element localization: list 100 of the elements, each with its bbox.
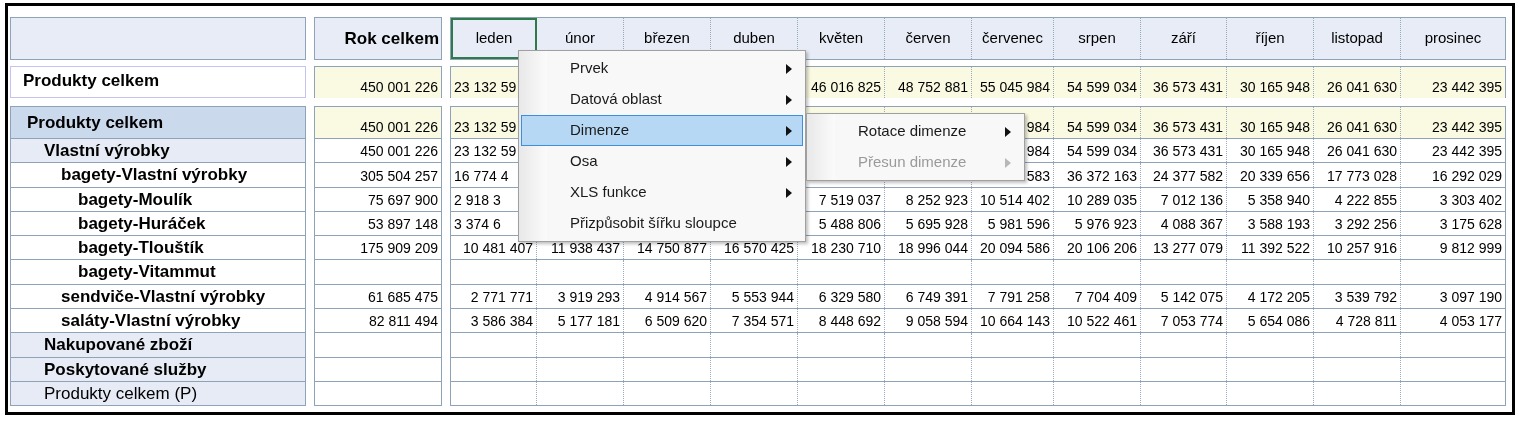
caret-icon xyxy=(1005,126,1011,137)
table-cell: 48 752 881 xyxy=(897,78,968,96)
row-label: Poskytované služby xyxy=(44,358,207,381)
row-label: Produkty celkem (P) xyxy=(44,382,198,405)
row-label: bagety-Vitammut xyxy=(78,261,216,284)
row-label: bagety-Huráček xyxy=(78,212,206,235)
table-cell: 450 001 226 xyxy=(360,118,438,136)
table-cell: 3 303 402 xyxy=(1439,190,1502,209)
table-cell: 583 xyxy=(1026,166,1050,185)
table-cell: 7 704 409 xyxy=(1074,288,1137,307)
table-cell: 23 442 395 xyxy=(1431,78,1502,96)
table-cell: 75 697 900 xyxy=(367,190,438,209)
table-cell: 3 586 384 xyxy=(470,312,533,331)
table-cell: 7 519 037 xyxy=(818,190,881,209)
table-cell: 7 354 571 xyxy=(731,312,794,331)
table-cell: 3 097 190 xyxy=(1439,288,1502,307)
row-label: bagety-Vlastní výrobky xyxy=(61,164,248,187)
table-cell: 4 053 177 xyxy=(1439,312,1502,331)
table-cell: 23 132 59 xyxy=(454,78,517,96)
table-cell: 11 392 522 xyxy=(1240,239,1310,258)
column-header[interactable]: Rok celkem xyxy=(314,17,442,60)
table-cell: 18 230 710 xyxy=(810,239,881,258)
menu-item[interactable]: Osa xyxy=(521,146,803,177)
column-header[interactable]: říjen xyxy=(1227,18,1314,59)
table-cell: 10 664 143 xyxy=(979,312,1050,331)
menu-item[interactable]: Datová oblast xyxy=(521,84,803,115)
table-cell: 4 728 811 xyxy=(1335,312,1397,331)
table-cell: 20 106 206 xyxy=(1066,239,1137,258)
table-cell: 10 522 461 xyxy=(1066,312,1137,331)
table-cell: 3 175 628 xyxy=(1439,215,1502,234)
table-cell: 53 897 148 xyxy=(367,215,438,234)
caret-icon xyxy=(786,156,792,167)
column-header[interactable]: srpen xyxy=(1054,18,1141,59)
table-cell: 175 909 209 xyxy=(360,239,438,258)
table-cell: 5 177 181 xyxy=(557,312,620,331)
table-cell: 17 773 028 xyxy=(1326,166,1397,185)
table-cell: 450 001 226 xyxy=(360,78,438,96)
caret-icon xyxy=(786,63,792,74)
table-cell: 24 377 582 xyxy=(1152,166,1223,185)
row-label: sendviče-Vlastní výrobky xyxy=(61,285,266,308)
column-header[interactable]: červenec xyxy=(972,18,1054,59)
table-cell: 3 292 256 xyxy=(1334,215,1397,234)
table-cell: 54 599 034 xyxy=(1066,142,1137,161)
table-cell: 54 599 034 xyxy=(1066,118,1137,136)
menu-item[interactable]: Dimenze xyxy=(521,115,803,146)
table-cell: 2 918 3 xyxy=(454,190,501,209)
table-cell: 5 488 806 xyxy=(818,215,881,234)
table-cell: 36 573 431 xyxy=(1152,118,1223,136)
caret-icon xyxy=(786,94,792,105)
table-cell: 26 041 630 xyxy=(1326,142,1397,161)
table-cell: 3 539 792 xyxy=(1334,288,1397,307)
table-cell: 23 442 395 xyxy=(1431,118,1502,136)
column-header[interactable]: listopad xyxy=(1314,18,1401,59)
row-label: bagety-Tlouštík xyxy=(78,237,204,260)
table-cell: 10 514 402 xyxy=(979,190,1050,209)
table-cell: 18 996 044 xyxy=(897,239,968,258)
table-cell: 3 374 6 xyxy=(454,215,501,234)
table-cell: 13 277 079 xyxy=(1152,239,1223,258)
table-cell: 16 570 425 xyxy=(723,239,794,258)
table-cell: 23 442 395 xyxy=(1431,142,1502,161)
row-label: Nakupované zboží xyxy=(44,334,193,357)
row-label: Produkty celkem xyxy=(23,71,160,90)
table-cell: 7 012 136 xyxy=(1160,190,1223,209)
table-cell: 984 xyxy=(1026,142,1050,161)
table-cell: 11 938 437 xyxy=(550,239,620,258)
table-cell: 16 774 4 xyxy=(454,166,509,185)
table-cell: 5 976 923 xyxy=(1074,215,1137,234)
column-header[interactable]: září xyxy=(1141,18,1227,59)
table-cell: 61 685 475 xyxy=(367,288,438,307)
table-cell: 4 914 567 xyxy=(644,288,707,307)
table-cell: 6 509 620 xyxy=(644,312,707,331)
table-cell: 2 771 771 xyxy=(470,288,533,307)
table-cell: 46 016 825 xyxy=(810,78,881,96)
table-cell: 26 041 630 xyxy=(1326,118,1397,136)
table-cell: 30 165 948 xyxy=(1239,78,1310,96)
table-cell: 20 339 656 xyxy=(1239,166,1310,185)
table-cell: 8 252 923 xyxy=(905,190,968,209)
table-cell: 8 448 692 xyxy=(818,312,881,331)
table-cell: 450 001 226 xyxy=(360,142,438,161)
row-label: bagety-Moulík xyxy=(78,188,193,211)
table-cell: 3 919 293 xyxy=(557,288,620,307)
table-cell: 7 791 258 xyxy=(987,288,1050,307)
table-cell: 10 481 407 xyxy=(462,239,533,258)
caret-icon xyxy=(786,125,792,136)
column-header[interactable]: červen xyxy=(885,18,972,59)
table-cell: 305 504 257 xyxy=(360,166,438,185)
table-cell: 4 088 367 xyxy=(1160,215,1223,234)
menu-item[interactable]: Rotace dimenze xyxy=(809,116,1022,147)
table-cell: 984 xyxy=(1026,118,1050,136)
table-cell: 5 358 940 xyxy=(1247,190,1310,209)
table-cell: 36 372 163 xyxy=(1066,166,1137,185)
menu-item[interactable]: Přizpůsobit šířku sloupce xyxy=(521,208,803,239)
caret-icon xyxy=(1005,157,1011,168)
caret-icon xyxy=(786,187,792,198)
table-cell: 16 292 029 xyxy=(1431,166,1502,185)
table-cell: 54 599 034 xyxy=(1066,78,1137,96)
menu-item[interactable]: XLS funkce xyxy=(521,177,803,208)
column-header[interactable]: prosinec xyxy=(1401,18,1505,59)
table-cell: 20 094 586 xyxy=(979,239,1050,258)
row-label: saláty-Vlastní výrobky xyxy=(61,310,241,332)
